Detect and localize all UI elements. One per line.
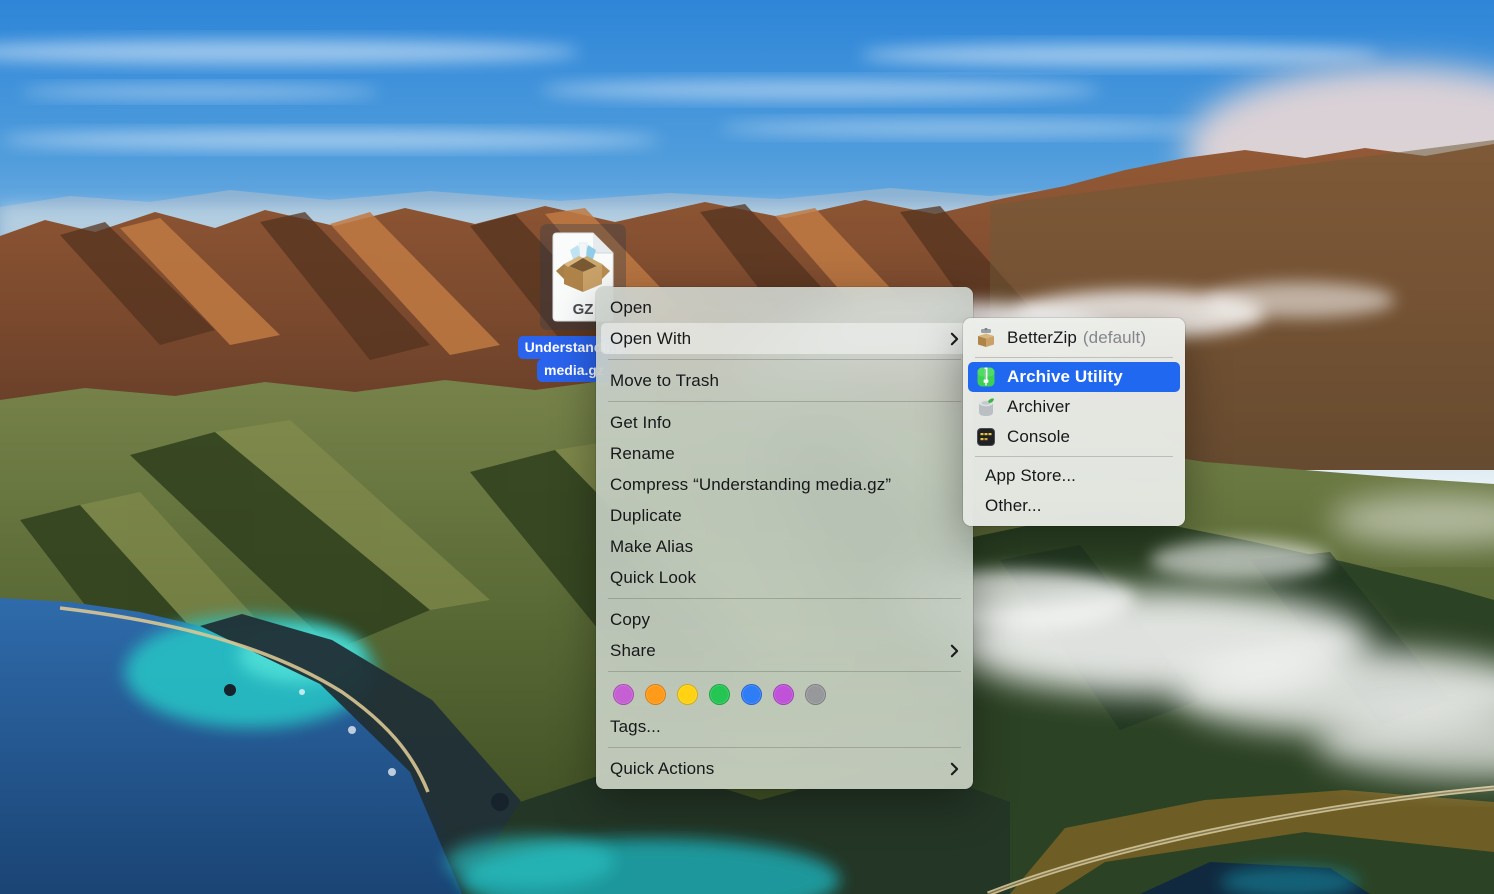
- submenu-item-console[interactable]: Console: [963, 422, 1185, 452]
- submenu-item-label: Archive Utility: [1007, 367, 1123, 387]
- menu-item-label: Get Info: [610, 413, 671, 433]
- tag-color-dot[interactable]: [645, 684, 666, 705]
- submenu-item-archive-utility[interactable]: Archive Utility: [968, 362, 1180, 392]
- menu-item-quick-look[interactable]: Quick Look: [596, 562, 973, 593]
- tag-dots: [596, 677, 973, 711]
- menu-item-quick-actions[interactable]: Quick Actions: [596, 753, 973, 784]
- menu-item-make-alias[interactable]: Make Alias: [596, 531, 973, 562]
- menu-item-move-to-trash[interactable]: Move to Trash: [596, 365, 973, 396]
- menu-separator: [975, 357, 1173, 358]
- submenu-item-label: App Store...: [985, 466, 1076, 486]
- archiver-app-icon: [975, 396, 997, 418]
- menu-separator: [608, 671, 961, 672]
- menu-item-rename[interactable]: Rename: [596, 438, 973, 469]
- menu-item-get-info[interactable]: Get Info: [596, 407, 973, 438]
- submenu-item-label: Other...: [985, 496, 1042, 516]
- menu-item-label: Quick Actions: [610, 759, 714, 779]
- menu-item-compress[interactable]: Compress “Understanding media.gz”: [596, 469, 973, 500]
- tag-color-dot[interactable]: [709, 684, 730, 705]
- console-app-icon: [975, 426, 997, 448]
- menu-item-open-with[interactable]: Open With: [601, 323, 968, 354]
- menu-separator: [608, 747, 961, 748]
- menu-item-label: Quick Look: [610, 568, 696, 588]
- tag-color-dot[interactable]: [805, 684, 826, 705]
- tag-color-dot[interactable]: [677, 684, 698, 705]
- menu-item-label: Move to Trash: [610, 371, 719, 391]
- menu-separator: [608, 598, 961, 599]
- menu-item-label: Compress “Understanding media.gz”: [610, 475, 891, 495]
- menu-item-duplicate[interactable]: Duplicate: [596, 500, 973, 531]
- menu-separator: [608, 401, 961, 402]
- menu-separator: [608, 359, 961, 360]
- file-extension-text: GZ: [573, 301, 594, 318]
- betterzip-app-icon: [975, 327, 997, 349]
- menu-item-copy[interactable]: Copy: [596, 604, 973, 635]
- tag-color-dot[interactable]: [613, 684, 634, 705]
- default-app-suffix: (default): [1083, 328, 1146, 348]
- chevron-right-icon: [950, 332, 959, 346]
- chevron-right-icon: [950, 762, 959, 776]
- menu-item-label: Rename: [610, 444, 675, 464]
- submenu-item-label: Console: [1007, 427, 1070, 447]
- menu-item-label: Make Alias: [610, 537, 693, 557]
- tag-color-dot[interactable]: [773, 684, 794, 705]
- desktop: GZ Understanding media.gz Open Open With…: [0, 0, 1494, 894]
- menu-separator: [975, 456, 1173, 457]
- menu-item-open[interactable]: Open: [596, 292, 973, 323]
- menu-item-share[interactable]: Share: [596, 635, 973, 666]
- submenu-item-label: Archiver: [1007, 397, 1070, 417]
- submenu-item-archiver[interactable]: Archiver: [963, 392, 1185, 422]
- tag-color-dot[interactable]: [741, 684, 762, 705]
- menu-item-tags[interactable]: Tags...: [596, 711, 973, 742]
- menu-item-label: Copy: [610, 610, 650, 630]
- menu-item-label: Duplicate: [610, 506, 682, 526]
- menu-item-label: Tags...: [610, 717, 661, 737]
- context-menu: Open Open With Move to Trash Get Info Re…: [596, 287, 973, 789]
- menu-item-label: Open: [610, 298, 652, 318]
- submenu-item-app-store[interactable]: App Store...: [963, 461, 1185, 491]
- chevron-right-icon: [950, 644, 959, 658]
- submenu-item-betterzip[interactable]: BetterZip (default): [963, 323, 1185, 353]
- submenu-item-label: BetterZip: [1007, 328, 1077, 348]
- open-with-submenu: BetterZip (default) Archive Utility Arc: [963, 318, 1185, 526]
- menu-item-label: Share: [610, 641, 656, 661]
- submenu-item-other[interactable]: Other...: [963, 491, 1185, 521]
- menu-item-label: Open With: [610, 329, 691, 349]
- archive-utility-app-icon: [975, 366, 997, 388]
